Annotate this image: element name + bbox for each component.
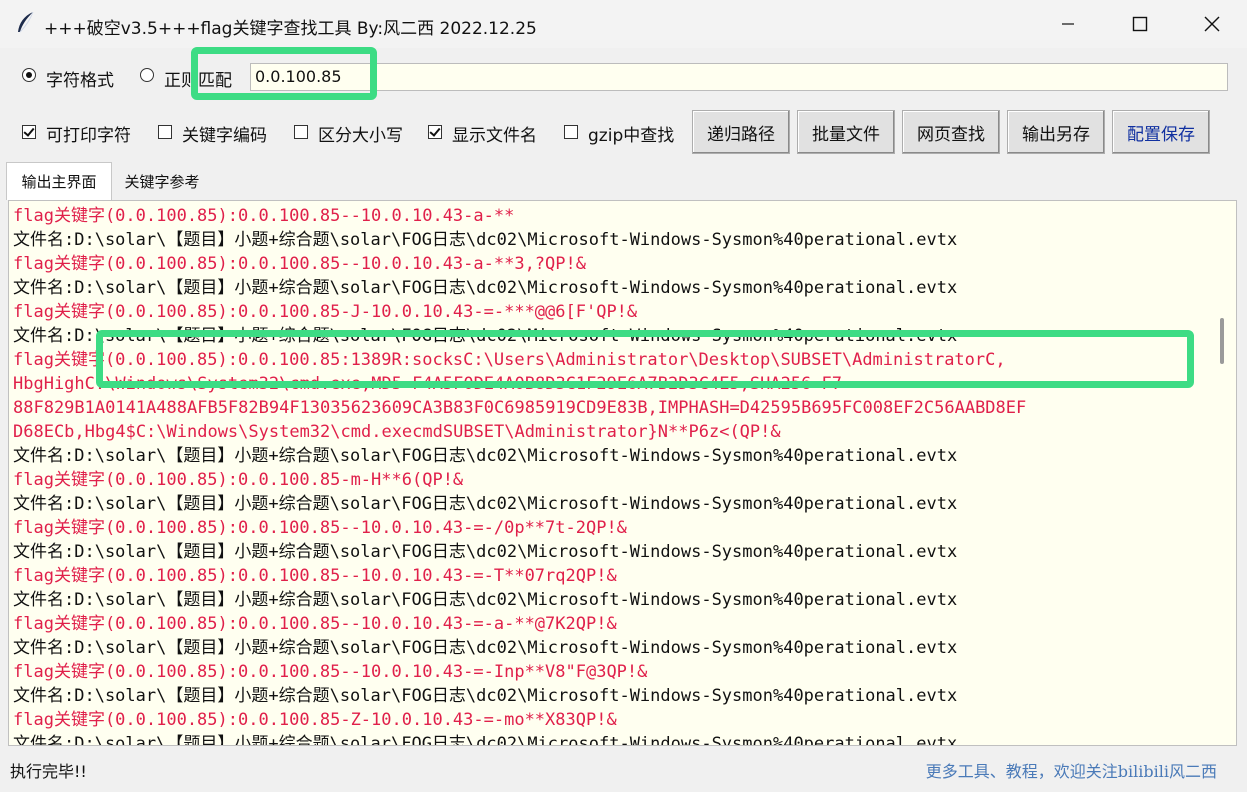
minimize-icon (1062, 23, 1074, 25)
close-icon (1204, 16, 1220, 32)
save-output-button[interactable]: 输出另存 (1007, 110, 1105, 154)
mode-label-char[interactable]: 字符格式 (46, 66, 114, 91)
search-input[interactable]: 0.0.100.85 (250, 63, 1228, 91)
output-line: flag关键字(0.0.100.85):0.0.100.85:1389R:soc… (13, 350, 1006, 370)
output-line: 文件名:D:\solar\【题目】小题+综合题\solar\FOG日志\dc02… (13, 494, 958, 514)
feather-icon (18, 11, 34, 33)
option-label-show-filename[interactable]: 显示文件名 (452, 121, 537, 146)
checkbox-printable[interactable] (22, 125, 36, 139)
title-bar: +++破空v3.5+++flag关键字查找工具 By:风二西 2022.12.2… (0, 0, 1247, 48)
output-line: flag关键字(0.0.100.85):0.0.100.85--10.0.10.… (13, 614, 617, 634)
output-line: flag关键字(0.0.100.85):0.0.100.85--10.0.10.… (13, 518, 627, 538)
window-title: +++破空v3.5+++flag关键字查找工具 By:风二西 2022.12.2… (44, 19, 537, 39)
output-line: flag关键字(0.0.100.85):0.0.100.85-m-H**6(QP… (13, 470, 464, 490)
output-line: 文件名:D:\solar\【题目】小题+综合题\solar\FOG日志\dc02… (13, 638, 958, 658)
batch-files-button[interactable]: 批量文件 (797, 110, 895, 154)
radio-char-format[interactable] (22, 68, 36, 82)
output-line: D68ECb,Hbg4$C:\Windows\System32\cmd.exec… (13, 422, 781, 442)
option-label-keyword-encode[interactable]: 关键字编码 (182, 121, 267, 146)
promo-link[interactable]: 更多工具、教程，欢迎关注bilibili风二西 (926, 758, 1217, 782)
checkbox-case-sensitive[interactable] (294, 125, 308, 139)
output-line: 文件名:D:\solar\【题目】小题+综合题\solar\FOG日志\dc02… (13, 542, 958, 562)
scrollbar-thumb[interactable] (1220, 318, 1224, 364)
output-line: flag关键字(0.0.100.85):0.0.100.85--10.0.10.… (13, 566, 617, 586)
mode-label-regex[interactable]: 正则匹配 (164, 66, 232, 91)
output-text-area[interactable]: flag关键字(0.0.100.85):0.0.100.85--10.0.10.… (8, 200, 1237, 746)
maximize-icon (1132, 16, 1148, 32)
output-line: flag关键字(0.0.100.85):0.0.100.85-Z-10.0.10… (13, 710, 617, 730)
output-line: flag关键字(0.0.100.85):0.0.100.85--10.0.10.… (13, 254, 586, 274)
output-line: 文件名:D:\solar\【题目】小题+综合题\solar\FOG日志\dc02… (13, 686, 958, 706)
maximize-button[interactable] (1104, 0, 1176, 48)
option-label-gzip[interactable]: gzip中查找 (588, 121, 674, 146)
output-line: 文件名:D:\solar\【题目】小题+综合题\solar\FOG日志\dc02… (13, 278, 958, 298)
output-line: 88F829B1A0141A488AFB5F82B94F13035623609C… (13, 398, 1027, 418)
output-line: 文件名:D:\solar\【题目】小题+综合题\solar\FOG日志\dc02… (13, 446, 958, 466)
option-label-printable[interactable]: 可打印字符 (46, 121, 131, 146)
output-line: 文件名:D:\solar\【题目】小题+综合题\solar\FOG日志\dc02… (13, 326, 958, 346)
tab-output-main[interactable]: 输出主界面 (6, 162, 112, 200)
minimize-button[interactable] (1032, 0, 1104, 48)
checkbox-keyword-encode[interactable] (158, 125, 172, 139)
recursive-path-button[interactable]: 递归路径 (692, 110, 790, 154)
option-label-case-sensitive[interactable]: 区分大小写 (318, 121, 403, 146)
output-line: HbgHighC:\Windows\System32\cmd.exe,MD5=F… (13, 374, 843, 394)
output-lines: flag关键字(0.0.100.85):0.0.100.85--10.0.10.… (13, 204, 1213, 746)
output-line: 文件名:D:\solar\【题目】小题+综合题\solar\FOG日志\dc02… (13, 590, 958, 610)
output-line: 文件名:D:\solar\【题目】小题+综合题\solar\FOG日志\dc02… (13, 734, 958, 746)
radio-regex[interactable] (140, 68, 154, 82)
close-button[interactable] (1176, 0, 1247, 48)
output-line: flag关键字(0.0.100.85):0.0.100.85-J-10.0.10… (13, 302, 638, 322)
save-config-button[interactable]: 配置保存 (1112, 110, 1210, 154)
status-text: 执行完毕!! (10, 762, 87, 781)
output-line: 文件名:D:\solar\【题目】小题+综合题\solar\FOG日志\dc02… (13, 230, 958, 250)
checkbox-gzip[interactable] (564, 125, 578, 139)
output-line: flag关键字(0.0.100.85):0.0.100.85--10.0.10.… (13, 662, 648, 682)
output-line: flag关键字(0.0.100.85):0.0.100.85--10.0.10.… (13, 206, 515, 226)
web-search-button[interactable]: 网页查找 (902, 110, 1000, 154)
checkbox-show-filename[interactable] (428, 125, 442, 139)
tab-keyword-reference[interactable]: 关键字参考 (112, 164, 212, 198)
